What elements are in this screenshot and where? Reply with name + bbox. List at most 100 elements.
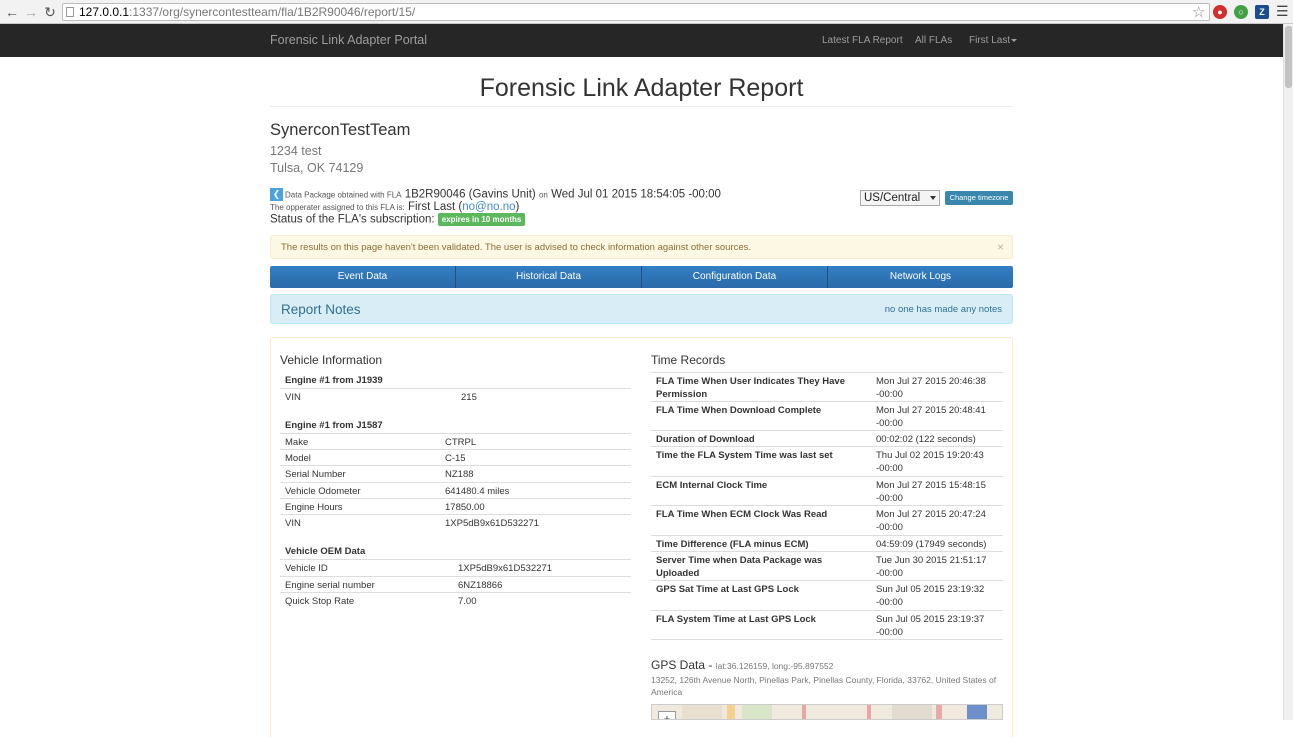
map-road	[867, 705, 871, 719]
status-badge: expires in 10 months	[437, 213, 526, 226]
row-key: Quick Stop Rate	[285, 596, 355, 607]
browser-menu-icon[interactable]: ☰	[1276, 3, 1289, 20]
zoom-in-button[interactable]: +	[658, 711, 676, 719]
org-address-line2: Tulsa, OK 74129	[270, 161, 364, 175]
select-arrow-icon	[930, 196, 936, 200]
group-oem-title: Vehicle OEM Data	[285, 546, 366, 557]
table-row: FLA System Time at Last GPS Lock Sun Jul…	[651, 610, 1003, 640]
bookmark-star-icon[interactable]: ☆	[1192, 3, 1205, 21]
navbar-brand[interactable]: Forensic Link Adapter Portal	[270, 33, 427, 47]
row-value: 1XP5dB9x61D532271	[458, 563, 553, 574]
user-menu-label: First Last	[969, 35, 1011, 46]
gps-map[interactable]: +	[651, 704, 1003, 720]
scrollbar-thumb[interactable]	[1285, 26, 1292, 88]
map-road	[727, 705, 735, 719]
report-notes-panel[interactable]: Report Notes no one has made any notes	[270, 294, 1013, 324]
table-row: ECM Internal Clock Time Mon Jul 27 2015 …	[651, 476, 1003, 505]
extension-z-icon[interactable]: Z	[1255, 5, 1269, 19]
nav-latest-fla-report[interactable]: Latest FLA Report	[822, 35, 903, 46]
url-host: 127.0.0.1	[79, 5, 130, 19]
row-key: Duration of Download	[656, 434, 755, 445]
nav-user-menu[interactable]: First Last	[969, 35, 1018, 46]
tab-historical-data[interactable]: Historical Data	[456, 266, 642, 288]
row-value: C-15	[445, 453, 466, 464]
map-park	[742, 705, 772, 719]
tab-network-logs[interactable]: Network Logs	[828, 266, 1013, 288]
top-navbar: Forensic Link Adapter Portal Latest FLA …	[0, 24, 1283, 57]
page-icon	[66, 7, 74, 17]
row-value: 1XP5dB9x61D532271	[445, 518, 540, 529]
time-records-title: Time Records	[651, 353, 726, 367]
status-label: Status of the FLA's subscription:	[270, 213, 435, 226]
subscription-status: Status of the FLA's subscription: expire…	[270, 213, 526, 226]
row-key: FLA Time When ECM Clock Was Read	[656, 509, 828, 520]
table-row: Vehicle Odometer 641480.4 miles	[280, 482, 631, 498]
gps-latlong: lat:36.126159, long:-95.897552	[715, 661, 834, 671]
row-key: FLA Time When Download Complete	[656, 405, 822, 416]
gps-address: 13252, 126th Avenue North, Pinellas Park…	[651, 675, 997, 697]
table-row: Engine serial number 6NZ18866	[280, 576, 631, 592]
page-scrollbar[interactable]	[1283, 24, 1293, 720]
row-value: Mon Jul 27 2015 20:48:41 -00:00	[876, 405, 986, 429]
row-key: Server Time when Data Package was Upload…	[656, 555, 823, 579]
table-row: Server Time when Data Package was Upload…	[651, 551, 1003, 580]
table-row: FLA Time When User Indicates They Have P…	[651, 372, 1003, 401]
row-key: Serial Number	[285, 469, 346, 480]
row-key: Make	[285, 437, 309, 448]
table-row: Time the FLA System Time was last set Th…	[651, 446, 1003, 476]
table-row: Make CTRPL	[280, 433, 631, 449]
table-row: FLA Time When ECM Clock Was Read Mon Jul…	[651, 505, 1003, 535]
row-value: Tue Jun 30 2015 21:51:17 -00:00	[876, 555, 987, 579]
package-on-label: on	[538, 190, 548, 200]
map-road	[802, 705, 806, 719]
row-key: Model	[285, 453, 311, 464]
row-key: Time Difference (FLA minus ECM)	[656, 539, 809, 550]
row-key: Time the FLA System Time was last set	[656, 450, 833, 461]
caret-down-icon	[1011, 38, 1018, 42]
package-prefix: Data Package obtained with FLA	[285, 190, 402, 200]
row-value: Mon Jul 27 2015 20:47:24 -00:00	[876, 509, 986, 533]
row-value: NZ188	[445, 469, 474, 480]
alert-text: The results on this page haven't been va…	[281, 242, 752, 253]
row-value: 00:02:02 (122 seconds)	[876, 434, 976, 445]
browser-toolbar: ← → ↻ 127.0.0.1:1337/org/synercontesttea…	[0, 0, 1293, 24]
forward-arrow-icon[interactable]: →	[23, 4, 39, 20]
row-value: CTRPL	[445, 437, 477, 448]
extension-red-icon[interactable]: ●	[1213, 5, 1227, 19]
row-value: 04:59:09 (17949 seconds)	[876, 539, 987, 550]
row-key: FLA System Time at Last GPS Lock	[656, 614, 816, 625]
back-arrow-icon[interactable]: ←	[4, 4, 20, 20]
close-icon[interactable]: ×	[997, 240, 1004, 254]
url-path: :1337/org/synercontestteam/fla/1B2R90046…	[129, 5, 416, 19]
nav-all-flas[interactable]: All FLAs	[915, 35, 952, 46]
operator-email-link[interactable]: no@no.no	[462, 201, 515, 213]
tab-configuration-data[interactable]: Configuration Data	[642, 266, 828, 288]
table-row: Quick Stop Rate 7.00	[280, 592, 631, 608]
map-tile	[682, 705, 722, 719]
fla-id: 1B2R90046 (Gavins Unit)	[404, 188, 536, 201]
page-title: Forensic Link Adapter Report	[479, 74, 804, 102]
table-row: Model C-15	[280, 449, 631, 465]
table-row: Serial Number NZ188	[280, 465, 631, 481]
gps-title-text: GPS Data -	[651, 658, 713, 672]
back-icon[interactable]: ❮	[270, 188, 283, 201]
extension-green-icon[interactable]: ○	[1234, 5, 1248, 19]
group-j1587-title: Engine #1 from J1587	[285, 420, 383, 431]
change-timezone-button[interactable]: Change timezone	[945, 191, 1013, 205]
operator-suffix: )	[515, 201, 520, 213]
row-key: Engine Hours	[285, 502, 343, 513]
table-row: FLA Time When Download Complete Mon Jul …	[651, 401, 1003, 430]
row-value: Mon Jul 27 2015 15:48:15 -00:00	[876, 480, 986, 504]
row-value: 641480.4 miles	[445, 486, 510, 497]
tab-event-data[interactable]: Event Data	[270, 266, 456, 288]
table-row: GPS Sat Time at Last GPS Lock Sun Jul 05…	[651, 580, 1003, 610]
package-info: ❮ Data Package obtained with FLA 1B2R9004…	[270, 188, 721, 201]
address-bar[interactable]: 127.0.0.1:1337/org/synercontestteam/fla/…	[62, 3, 1210, 21]
timezone-select[interactable]: US/Central	[860, 190, 940, 206]
row-value: 7.00	[458, 596, 477, 607]
vehicle-info-title: Vehicle Information	[280, 353, 383, 367]
row-key: GPS Sat Time at Last GPS Lock	[656, 584, 799, 595]
reload-icon[interactable]: ↻	[42, 4, 58, 20]
row-value: Thu Jul 02 2015 19:20:43 -00:00	[876, 450, 984, 474]
report-tabs: Event Data Historical Data Configuration…	[270, 266, 1013, 288]
